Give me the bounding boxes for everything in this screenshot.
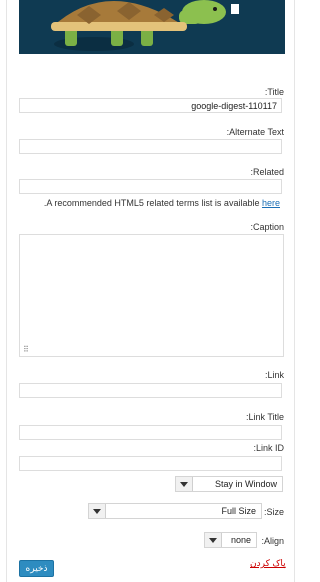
related-terms-note-text: .A recommended HTML5 related terms list … bbox=[43, 198, 260, 208]
link-field[interactable] bbox=[19, 383, 282, 398]
align-select[interactable]: none bbox=[204, 532, 257, 548]
chevron-down-icon bbox=[89, 504, 106, 518]
size-label: :Size bbox=[263, 507, 284, 517]
link-title-field[interactable] bbox=[19, 425, 282, 440]
clear-link[interactable]: پاک کردن bbox=[250, 558, 286, 569]
chevron-down-icon bbox=[176, 477, 193, 491]
related-terms-note: .A recommended HTML5 related terms list … bbox=[44, 198, 280, 208]
save-button[interactable]: ذخیره bbox=[19, 560, 54, 577]
link-label: :Link bbox=[264, 370, 284, 380]
link-target-value: Stay in Window bbox=[214, 479, 277, 489]
related-label: :Related bbox=[250, 167, 284, 177]
link-target-select[interactable]: Stay in Window bbox=[175, 476, 283, 492]
size-select[interactable]: Full Size bbox=[88, 503, 262, 519]
related-field[interactable] bbox=[19, 179, 282, 194]
resize-grip-icon[interactable]: ⠿ bbox=[23, 346, 29, 354]
align-label: :Align bbox=[261, 536, 284, 546]
align-value: none bbox=[230, 535, 251, 545]
size-value: Full Size bbox=[221, 506, 256, 516]
link-id-field[interactable] bbox=[19, 456, 282, 471]
alternate-text-field[interactable] bbox=[19, 139, 282, 154]
caption-textarea[interactable]: ⠿ bbox=[19, 234, 284, 357]
alternate-text-label: :Alternate Text bbox=[226, 127, 284, 137]
image-preview bbox=[19, 0, 285, 54]
related-terms-here-link[interactable]: here bbox=[262, 198, 280, 208]
turtle-illustration-icon bbox=[19, 0, 285, 54]
caption-label: :Caption bbox=[250, 222, 284, 232]
panel-left-border bbox=[6, 0, 7, 582]
link-id-label: :Link ID bbox=[253, 443, 284, 453]
title-field[interactable] bbox=[19, 98, 282, 113]
link-title-label: :Link Title bbox=[245, 412, 284, 422]
panel-right-border bbox=[294, 0, 295, 582]
title-label: :Title bbox=[264, 87, 284, 97]
chevron-down-icon bbox=[205, 533, 222, 547]
